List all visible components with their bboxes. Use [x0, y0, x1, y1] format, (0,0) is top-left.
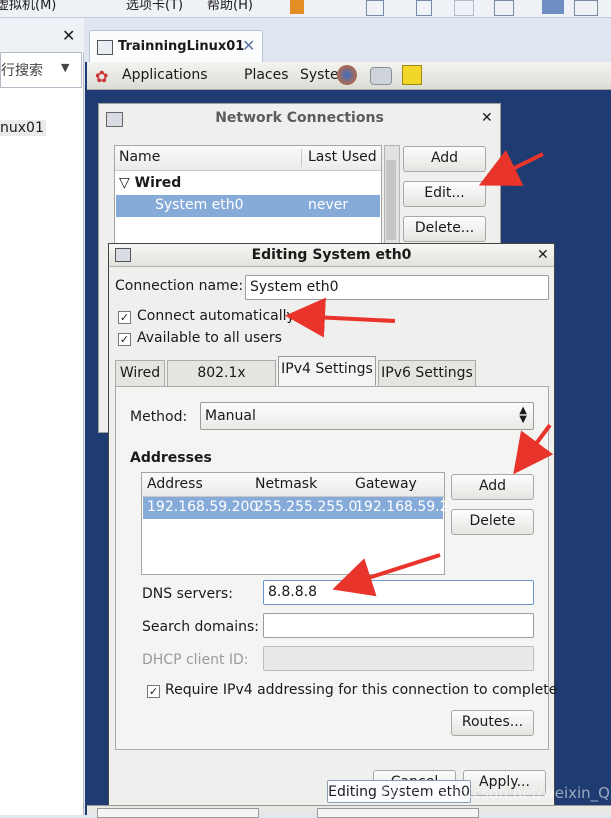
taskbar-item-editing[interactable] [317, 808, 479, 818]
gateway-cell: 192.168.59.2 [355, 499, 449, 515]
view-library-icon[interactable] [542, 0, 564, 14]
firefox-icon[interactable] [337, 65, 357, 85]
available-all-users-checkbox[interactable]: ✓ [118, 333, 131, 346]
require-ipv4-checkbox[interactable]: ✓ [147, 685, 160, 698]
delete-connection-button[interactable]: Delete... [403, 216, 486, 242]
gnome-bottom-panel [87, 805, 611, 818]
network-close-icon[interactable]: ✕ [481, 110, 493, 126]
addresses-heading: Addresses [130, 450, 212, 466]
require-ipv4-label[interactable]: Require IPv4 addressing for this connect… [165, 682, 557, 698]
delete-address-button[interactable]: Delete [451, 509, 534, 535]
library-panel: ✕ 行搜索 ▼ nux01 [0, 18, 84, 815]
routes-button[interactable]: Routes... [451, 710, 534, 736]
group-wired-label: Wired [134, 175, 182, 191]
library-vm-item[interactable]: nux01 [0, 120, 46, 136]
host-menu-tabs[interactable]: 选项卡(T) [126, 0, 183, 13]
add-address-button[interactable]: Add [451, 474, 534, 500]
address-cell: 192.168.59.200 [147, 499, 259, 515]
network-connections-title: Network Connections [215, 110, 384, 126]
host-menubar: 虚拟机(M) 选项卡(T) 帮助(H) [0, 0, 611, 18]
gnome-top-panel: ✿ Applications Places System [87, 62, 611, 90]
available-all-users-label[interactable]: Available to all users [137, 330, 282, 346]
address-row[interactable]: 192.168.59.200 255.255.255.0 192.168.59.… [143, 497, 449, 519]
connection-name-label: Connection name: [115, 278, 244, 294]
col-last-used[interactable]: Last Used [308, 149, 377, 165]
col-gateway[interactable]: Gateway [355, 476, 417, 492]
search-domains-field[interactable] [263, 613, 534, 638]
dhcp-client-id-label: DHCP client ID: [142, 652, 249, 668]
dhcp-client-id-field [263, 646, 534, 671]
vm-icon [97, 40, 113, 55]
dialog-titlebar: Editing System eth0 ✕ [109, 244, 554, 267]
tab-wired[interactable]: Wired [115, 360, 165, 386]
dialog-title: Editing System eth0 [251, 247, 412, 263]
vm-tab-close-icon[interactable]: ✕ [242, 36, 255, 55]
vm-tab[interactable]: TrainningLinux01 ✕ [89, 30, 263, 63]
library-search-input[interactable]: 行搜索 ▼ [0, 52, 82, 88]
select-updown-icon: ▲ ▼ [519, 405, 527, 425]
col-name[interactable]: Name [119, 149, 160, 165]
library-search-placeholder: 行搜索 [1, 63, 43, 79]
connection-row-name: System eth0 [155, 197, 244, 213]
edit-connection-dialog: Editing System eth0 ✕ Connection name: S… [108, 243, 557, 811]
vm-tab-label: TrainningLinux01 [118, 39, 245, 54]
send-keys-icon[interactable] [366, 0, 384, 16]
taskbar-item-network[interactable] [97, 808, 259, 818]
host-menu-help[interactable]: 帮助(H) [207, 0, 253, 13]
connect-automatically-checkbox[interactable]: ✓ [118, 311, 131, 324]
host-menu-vm[interactable]: 虚拟机(M) [0, 0, 56, 13]
method-select-value: Manual [205, 408, 256, 424]
addresses-table: Address Netmask Gateway 192.168.59.200 2… [141, 472, 449, 575]
watermark: https://blog.csdn.net/weixin_QUQ [382, 784, 611, 802]
notes-icon[interactable] [402, 65, 422, 85]
dns-servers-label: DNS servers: [142, 586, 233, 602]
menu-places[interactable]: Places [244, 67, 289, 83]
group-wired[interactable]: ▽ Wired [119, 175, 181, 191]
connections-scroll-thumb[interactable] [386, 160, 396, 240]
method-label: Method: [130, 409, 188, 425]
connect-automatically-label[interactable]: Connect automatically [137, 308, 295, 324]
connection-row-selected[interactable]: System eth0 never [116, 195, 380, 217]
mail-icon[interactable] [370, 67, 392, 85]
manage-snapshots-icon[interactable] [494, 0, 514, 16]
addresses-table-header: Address Netmask Gateway [142, 473, 444, 497]
menu-applications[interactable]: Applications [122, 67, 208, 83]
revert-snapshot-icon[interactable] [454, 0, 474, 16]
method-select[interactable]: Manual ▲ ▼ [200, 402, 534, 430]
dns-servers-field[interactable]: 8.8.8.8 [263, 580, 534, 605]
tab-ipv4-settings[interactable]: IPv4 Settings [278, 356, 376, 386]
add-connection-button[interactable]: Add [403, 146, 486, 172]
col-netmask[interactable]: Netmask [255, 476, 317, 492]
search-domains-label: Search domains: [142, 619, 259, 635]
connections-list-header: Name Last Used [115, 146, 381, 171]
dialog-close-icon[interactable]: ✕ [537, 247, 549, 263]
connections-list: Name Last Used ▽ Wired System eth0 never [114, 145, 382, 247]
library-close-icon[interactable]: ✕ [62, 26, 75, 45]
tab-ipv6-settings[interactable]: IPv6 Settings [378, 360, 476, 386]
connections-scrollbar[interactable] [384, 145, 400, 247]
edit-connection-button[interactable]: Edit... [403, 181, 486, 207]
search-dropdown-icon[interactable]: ▼ [61, 61, 69, 74]
gnome-foot-icon: ✿ [95, 67, 109, 86]
snapshot-icon[interactable] [416, 0, 432, 16]
expander-down-icon: ▽ [119, 175, 135, 191]
netmask-cell: 255.255.255.0 [255, 499, 358, 515]
pause-icon[interactable] [290, 0, 304, 14]
view-thumbnail-icon[interactable] [574, 0, 598, 16]
col-address[interactable]: Address [147, 476, 203, 492]
connection-name-field[interactable]: System eth0 [245, 275, 549, 300]
vm-tab-strip: TrainningLinux01 ✕ [85, 18, 611, 63]
connection-row-last-used: never [308, 197, 349, 213]
library-header: ✕ [0, 18, 84, 52]
tab-8021x-security[interactable]: 802.1x Security [167, 360, 276, 406]
